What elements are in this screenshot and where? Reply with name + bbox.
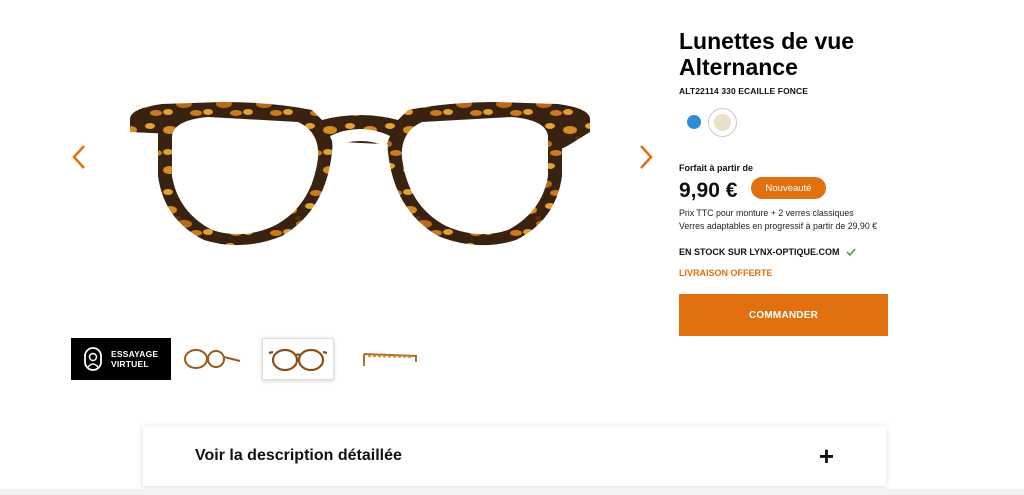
price-note-line1: Prix TTC pour monture + 2 verres classiq… xyxy=(679,208,854,218)
new-badge: Nouveauté xyxy=(751,177,826,199)
description-label: Voir la description détaillée xyxy=(195,447,402,464)
color-swatches xyxy=(679,108,759,138)
price-note-line2: Verres adaptables en progressif à partir… xyxy=(679,220,878,231)
product-gallery xyxy=(60,60,660,260)
product-title: Lunettes de vue Alternance xyxy=(679,28,899,80)
plus-icon: + xyxy=(818,441,834,471)
order-button[interactable]: COMMANDER xyxy=(679,294,888,336)
price-label: Forfait à partir de xyxy=(679,163,754,173)
main-product-image xyxy=(130,102,590,246)
color-swatch-tortoise-selected[interactable] xyxy=(708,108,737,137)
virtual-tryon-button[interactable]: ESSAYAGE VIRTUEL xyxy=(71,338,171,380)
thumbnail-front-view[interactable] xyxy=(262,338,334,380)
color-swatch-blue[interactable] xyxy=(687,115,701,129)
virtual-tryon-label-line2: VIRTUEL xyxy=(111,359,149,369)
thumbnail-strip: ESSAYAGE VIRTUEL xyxy=(71,338,431,380)
stock-text: EN STOCK SUR LYNX-OPTIQUE.COM xyxy=(679,247,840,257)
glasses-angle-thumbnail xyxy=(184,349,241,369)
product-reference: ALT22114 330 ECAILLE FONCE xyxy=(679,86,809,96)
glasses-front-thumbnail xyxy=(268,348,328,372)
chevron-right-icon xyxy=(640,145,653,169)
face-scan-icon xyxy=(84,347,102,371)
description-accordion[interactable]: Voir la description détaillée + xyxy=(143,426,886,486)
product-title-line1: Lunettes de vue xyxy=(679,28,855,54)
checkmark-icon xyxy=(845,248,856,257)
previous-image-button[interactable] xyxy=(68,142,90,172)
product-title-line2: Alternance xyxy=(679,54,798,80)
free-delivery-text: LIVRAISON OFFERTE xyxy=(679,268,773,278)
glasses-side-thumbnail xyxy=(363,353,417,366)
product-info: Lunettes de vue Alternance ALT22114 330 … xyxy=(679,28,899,96)
next-image-button[interactable] xyxy=(635,142,657,172)
thumbnail-angle-view[interactable] xyxy=(175,338,247,380)
thumbnail-side-view[interactable] xyxy=(353,338,425,380)
virtual-tryon-label: ESSAYAGE VIRTUEL xyxy=(111,349,158,369)
virtual-tryon-label-line1: ESSAYAGE xyxy=(111,349,159,359)
price-value: 9,90 € xyxy=(679,179,738,202)
price-note: Prix TTC pour monture + 2 verres classiq… xyxy=(679,207,909,232)
page-bottom-edge xyxy=(0,489,1024,495)
stock-status: EN STOCK SUR LYNX-OPTIQUE.COM xyxy=(679,247,856,257)
chevron-left-icon xyxy=(72,145,85,169)
